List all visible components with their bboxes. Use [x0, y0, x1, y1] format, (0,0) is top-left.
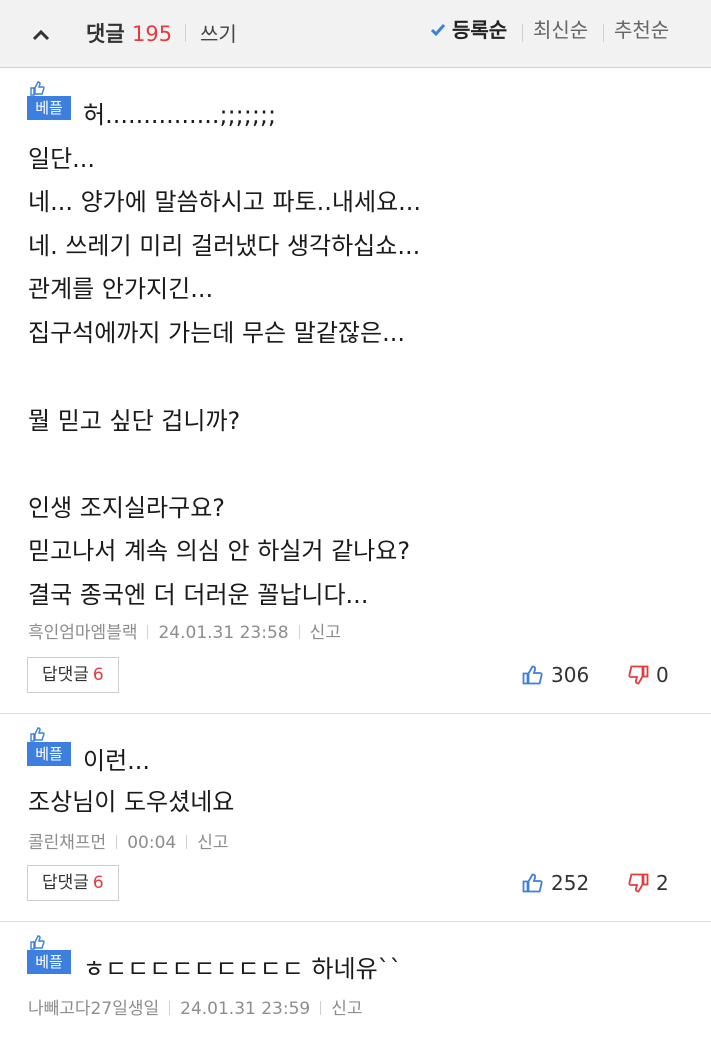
best-label: 베플	[27, 950, 71, 974]
comment-text-line: 이런...	[83, 747, 151, 775]
comment-timestamp: 24.01.31 23:59	[180, 999, 311, 1019]
best-comment-badge: 베플	[27, 934, 71, 974]
comment-text-line: 믿고나서 계속 의심 안 하실거 같나요?	[28, 537, 411, 565]
dislike-count: 0	[656, 663, 669, 687]
comment-text-line: ㅎㄷㄷㄷㄷㄷㄷㄷㄷㄷ 하네유``	[83, 955, 402, 983]
comment-label: 댓글	[86, 22, 125, 46]
like-count: 306	[551, 663, 590, 687]
comment-timestamp: 24.01.31 23:58	[158, 623, 289, 643]
dislike-count: 2	[656, 871, 669, 895]
thumbs-up-icon	[522, 665, 543, 685]
comment-meta: 콜린채프먼 00:04 신고	[28, 831, 228, 855]
best-comment-badge: 베플	[27, 80, 71, 120]
comment-item: 베플 허...............;;;;;;; 일단... 네... 양가…	[0, 68, 711, 714]
comment-header: 댓글 195 쓰기 등록순 최신순 추천순	[0, 0, 711, 68]
divider	[603, 24, 604, 42]
checkmark-icon	[430, 24, 446, 37]
comment-text-line: 네... 양가에 말씀하시고 파토..내세요...	[28, 188, 422, 216]
comment-text-line: 일단...	[28, 145, 96, 173]
reply-label: 답댓글	[42, 873, 89, 893]
comment-text-line: 허...............;;;;;;;	[83, 101, 277, 129]
like-count: 252	[551, 871, 590, 895]
comment-text-line: 뭘 믿고 싶단 겁니까?	[28, 407, 241, 435]
reply-label: 답댓글	[42, 665, 89, 685]
reply-button[interactable]: 답댓글 6	[27, 657, 119, 693]
best-comment-badge: 베플	[27, 726, 71, 766]
comment-text-line: 네. 쓰레기 미리 걸러냈다 생각하십쇼...	[28, 232, 421, 260]
reply-count: 6	[92, 665, 104, 685]
comment-meta: 나빼고다27일생일 24.01.31 23:59 신고	[28, 997, 363, 1021]
report-link[interactable]: 신고	[310, 621, 341, 645]
thumbs-down-icon	[628, 665, 649, 685]
comment-meta: 흑인엄마엠블랙 24.01.31 23:58 신고	[28, 621, 341, 645]
comment-author[interactable]: 나빼고다27일생일	[28, 997, 159, 1021]
comment-author[interactable]: 콜린채프먼	[28, 831, 106, 855]
divider	[522, 24, 523, 42]
sort-registered[interactable]: 등록순	[452, 16, 507, 44]
thumbs-down-icon	[628, 873, 649, 893]
reply-count: 6	[92, 873, 104, 893]
comment-text-line: 인생 조지실라구요?	[28, 494, 226, 522]
thumbs-up-icon	[30, 727, 45, 742]
comment-timestamp: 00:04	[127, 833, 177, 853]
report-link[interactable]: 신고	[331, 997, 362, 1021]
comment-author[interactable]: 흑인엄마엠블랙	[28, 621, 137, 645]
reply-button[interactable]: 답댓글 6	[27, 865, 119, 901]
report-link[interactable]: 신고	[197, 831, 228, 855]
comment-text-line: 집구석에까지 가는데 무슨 말같잖은...	[28, 319, 405, 347]
comment-text-line: 관계를 안가지긴...	[28, 275, 214, 303]
best-label: 베플	[27, 742, 71, 766]
thumbs-up-icon	[522, 873, 543, 893]
comment-text-line: 결국 종국엔 더 더러운 꼴납니다...	[28, 581, 369, 609]
write-comment-link[interactable]: 쓰기	[200, 20, 237, 48]
thumbs-up-icon	[30, 935, 45, 950]
thumbs-up-icon	[30, 81, 45, 96]
best-label: 베플	[27, 96, 71, 120]
comment-count: 195	[132, 22, 173, 46]
comment-item: 베플 이런... 조상님이 도우셨네요 콜린채프먼 00:04 신고 답댓글 6 25…	[0, 714, 711, 922]
comment-text-line: 조상님이 도우셨네요	[28, 788, 235, 816]
sort-recommended[interactable]: 추천순	[614, 16, 669, 44]
chevron-up-icon[interactable]	[30, 24, 52, 46]
divider	[185, 24, 186, 42]
sort-latest[interactable]: 최신순	[533, 16, 588, 44]
comment-item: 베플 ㅎㄷㄷㄷㄷㄷㄷㄷㄷㄷ 하네유`` 나빼고다27일생일 24.01.31 23…	[0, 922, 711, 1045]
